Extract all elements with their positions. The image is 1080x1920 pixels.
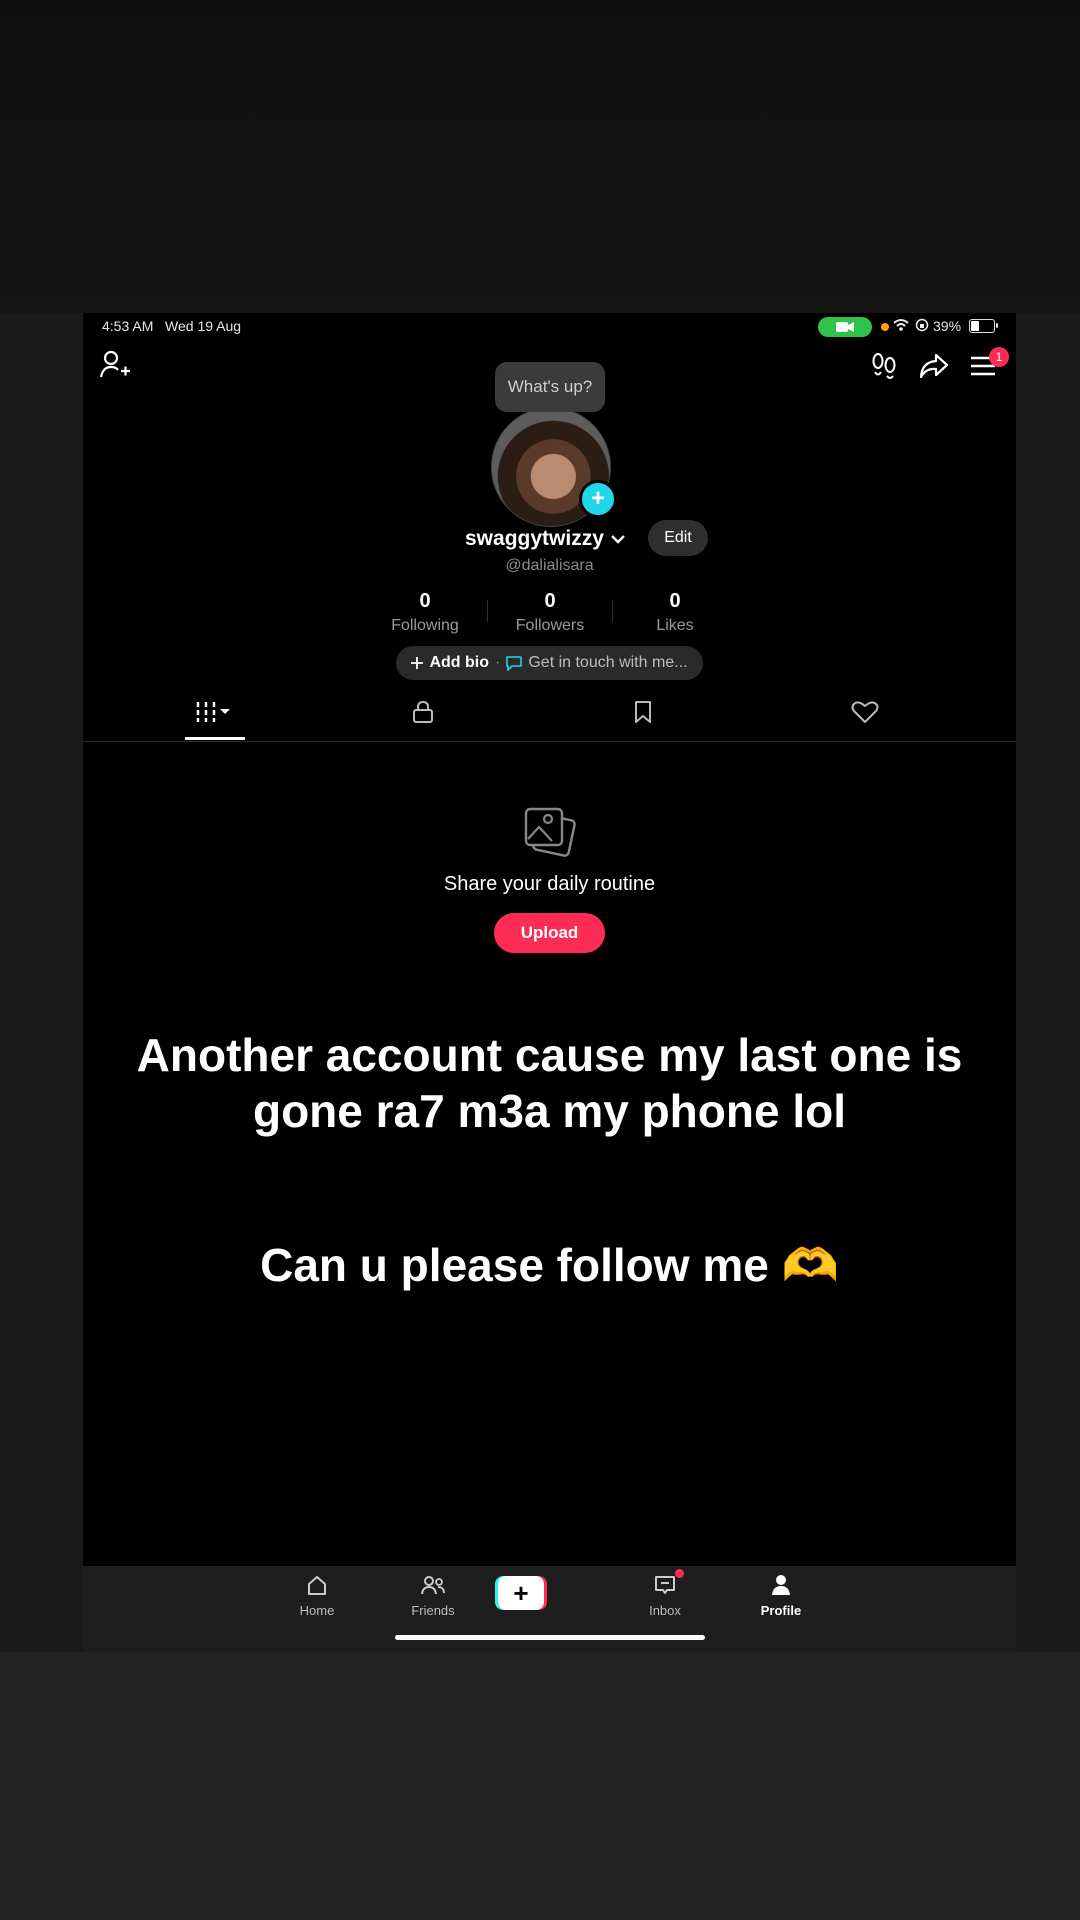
likes-count: 0 [669,590,681,612]
footprints-icon [872,353,896,379]
stat-likes[interactable]: 0 Likes [615,590,735,635]
stat-divider [487,600,488,622]
edit-profile-button[interactable]: Edit [648,520,708,556]
empty-state-title: Share your daily routine [443,873,656,895]
chevron-down-icon [611,535,625,544]
following-label: Following [391,617,459,634]
stat-followers[interactable]: 0 Followers [490,590,610,635]
contact-label: Get in touch with me... [528,654,688,671]
share-arrow-icon [919,353,949,379]
overlay-caption-1: Another account cause my last one is gon… [136,1029,963,1137]
overlay-caption-2: Can u please follow me 🫶 [260,1239,839,1291]
lock-icon [413,700,433,723]
tab-videos[interactable] [167,683,263,741]
followers-label: Followers [515,617,585,634]
add-bio-button[interactable]: Add bio · Get in touch with me... [396,646,703,680]
chat-bubble-icon [506,655,523,671]
stat-divider [612,600,613,622]
add-person-icon [99,350,130,378]
upload-button[interactable]: Upload [494,913,605,953]
profile-visits-button[interactable] [868,350,900,382]
videos-grid-icon [196,702,230,722]
likes-label: Likes [656,617,694,634]
profile-tabs [83,683,1016,742]
plus-icon [411,657,424,669]
battery-icon [969,319,995,333]
letterbox-left [0,313,83,1652]
add-bio-label: Add bio [429,654,490,671]
nav-profile[interactable]: Profile [736,1574,826,1618]
friends-icon [421,1576,445,1595]
heart-icon [851,701,879,723]
inbox-icon [655,1576,675,1594]
stat-following[interactable]: 0 Following [365,590,485,635]
wifi-icon [893,319,909,331]
nav-profile-label: Profile [760,1603,802,1618]
create-button[interactable]: + [495,1576,547,1610]
home-indicator [395,1635,705,1640]
battery-cap [996,323,998,328]
share-profile-button[interactable] [917,350,951,382]
profile-icon [772,1575,790,1595]
bio-separator: · [495,654,501,671]
orientation-lock-icon [915,318,929,332]
menu-notification-badge: 1 [989,347,1009,367]
nav-friends[interactable]: Friends [388,1574,478,1618]
bookmark-icon [635,701,651,723]
followers-count: 0 [544,590,556,612]
home-icon [308,1576,326,1595]
tab-liked[interactable] [835,683,895,741]
nav-friends-label: Friends [411,1603,455,1618]
video-camera-icon [836,322,854,332]
inbox-notification-dot [675,1569,684,1578]
active-tab-indicator [185,737,245,740]
nav-home-label: Home [299,1603,335,1618]
nav-inbox[interactable]: Inbox [620,1574,710,1618]
plus-icon: + [498,1576,544,1610]
status-bar: 4:53 AM Wed 19 Aug 39% [83,313,1016,339]
nav-home[interactable]: Home [272,1574,362,1618]
photo-stack-icon [524,807,576,857]
user-handle: @dalialisara [505,557,594,574]
tab-saved[interactable] [613,683,673,741]
screen-recording-backdrop-top [0,0,1080,313]
camera-in-use-pill [818,317,872,337]
tab-private[interactable] [393,683,453,741]
username: swaggytwizzy [465,527,604,550]
letterbox-right [1016,313,1080,1652]
status-bubble[interactable]: What's up? [495,362,605,412]
following-count: 0 [419,590,431,612]
nav-inbox-label: Inbox [649,1603,681,1618]
status-time-date: 4:53 AM Wed 19 Aug [102,318,242,334]
username-switcher[interactable]: swaggytwizzy [465,527,626,551]
battery-percentage: 39% [933,318,962,334]
app-screen: 4:53 AM Wed 19 Aug 39% 1 What's up? + sw… [83,313,1016,1652]
add-story-button[interactable]: + [579,480,617,518]
add-friend-button[interactable] [97,347,133,383]
mic-indicator-dot [881,323,889,331]
screen-recording-backdrop-bottom [0,1652,1080,1920]
